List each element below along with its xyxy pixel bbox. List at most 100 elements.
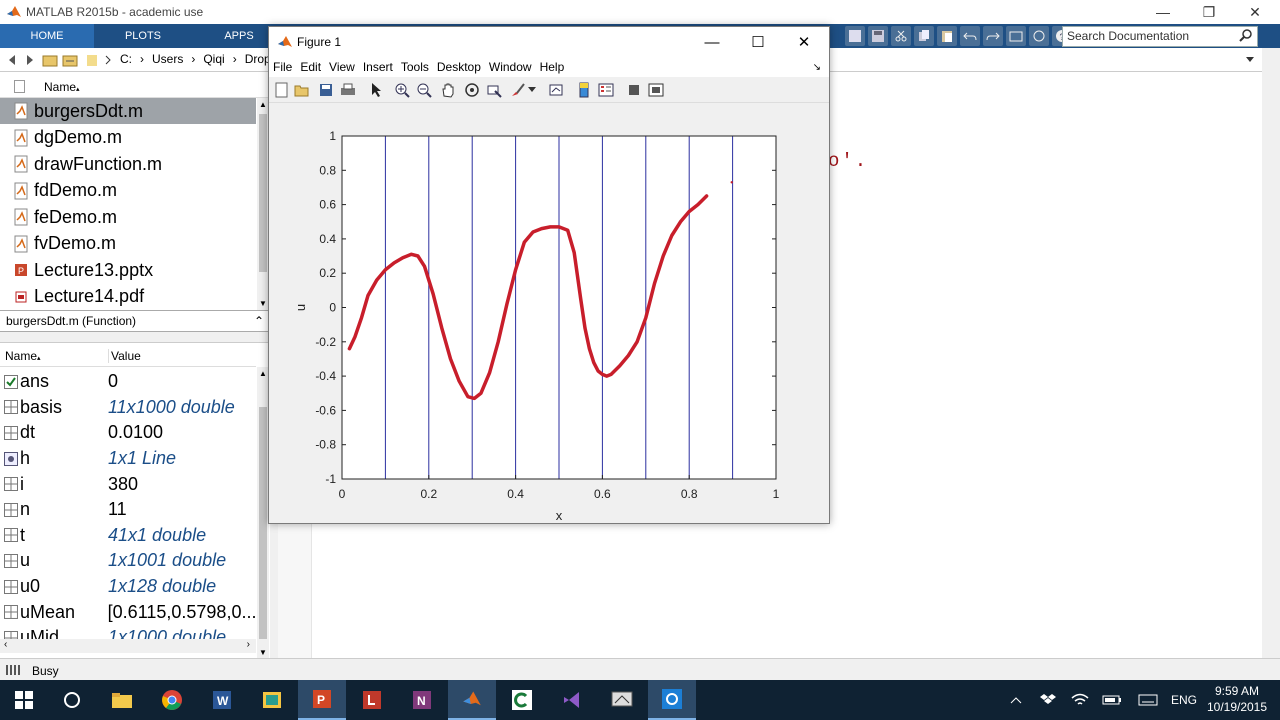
workspace-variable-row[interactable]: t 41x1 double [0,523,256,549]
hide-plot-tools-icon[interactable] [625,81,643,99]
file-item-lecture14[interactable]: Lecture14.pdf [0,284,256,310]
tray-wifi-icon[interactable] [1068,680,1092,720]
file-item-fvdemo[interactable]: fvDemo.m [0,231,256,257]
taskbar-camtasia[interactable] [498,680,546,720]
menu-view[interactable]: View [325,57,359,77]
chevron-down-icon[interactable] [1242,52,1258,68]
breadcrumb-users[interactable]: Users [152,52,183,66]
menu-window[interactable]: Window [485,57,536,77]
workspace-name-column-header[interactable]: Name▴ [5,349,41,363]
brush-icon[interactable] [509,81,527,99]
taskbar-app-red[interactable] [348,680,396,720]
workspace-hscrollbar[interactable]: ‹ › [0,639,256,653]
taskbar-file-explorer[interactable] [98,680,146,720]
rotate-3d-icon[interactable] [463,81,481,99]
save-icon[interactable] [868,26,888,46]
cut-icon[interactable] [891,26,911,46]
community-icon[interactable] [1029,26,1049,46]
workspace-variable-row[interactable]: u0 1x128 double [0,574,256,600]
folder-scroll-thumb[interactable] [259,114,267,272]
brush-dropdown-icon[interactable] [527,81,537,99]
tray-battery-icon[interactable] [1100,680,1124,720]
chevron-up-icon[interactable]: ⌃ [254,311,264,331]
file-item-drawfunction[interactable]: drawFunction.m [0,151,256,177]
data-cursor-icon[interactable] [485,81,503,99]
tab-plots[interactable]: PLOTS [96,24,190,48]
line-plot[interactable]: 0 0.2 0.4 0.6 0.8 1 1 0.8 0.6 0.4 0.2 0 -0.2 -0.4 -0.6… [269,103,829,523]
scroll-down-icon[interactable]: ▼ [259,299,267,308]
menu-tools[interactable]: Tools [397,57,433,77]
taskbar-chrome[interactable] [148,680,196,720]
minimize-button[interactable]: — [1140,0,1186,24]
redo-icon[interactable] [983,26,1003,46]
start-button[interactable] [0,680,48,720]
figure-canvas[interactable]: 0 0.2 0.4 0.6 0.8 1 1 0.8 0.6 0.4 0.2 0 -0.2 -0.4 -0.6… [269,103,829,523]
workspace-variable-row[interactable]: u 1x1001 double [0,548,256,574]
file-item-dgdemo[interactable]: dgDemo.m [0,125,256,151]
scroll-up-icon[interactable]: ▲ [259,369,267,378]
open-file-icon[interactable] [293,81,311,99]
figure-maximize-button[interactable]: ☐ [735,27,781,57]
tray-language[interactable]: ENG [1170,680,1198,720]
workspace-variable-row[interactable]: i 380 [0,471,256,497]
workspace-variable-row[interactable]: basis 11x1000 double [0,395,256,421]
insert-legend-icon[interactable] [597,81,615,99]
menu-help[interactable]: Help [536,57,569,77]
folder-name-column-header[interactable]: Name▴ [44,80,80,94]
show-plot-tools-icon[interactable] [647,81,665,99]
breadcrumb-qiqi[interactable]: Qiqi [203,52,224,66]
new-figure-icon[interactable] [273,81,291,99]
switch-windows-icon[interactable] [1006,26,1026,46]
up-folder-icon[interactable] [42,52,58,68]
workspace-variable-row[interactable]: ans 0 [0,369,256,395]
taskbar-visual-studio[interactable] [548,680,596,720]
taskbar-matlab[interactable] [448,680,496,720]
insert-colorbar-icon[interactable] [575,81,593,99]
print-icon[interactable] [339,81,357,99]
scroll-down-icon[interactable]: ▼ [259,648,267,657]
tray-expand-icon[interactable] [1006,680,1026,720]
file-item-fedemo[interactable]: feDemo.m [0,204,256,230]
maximize-button[interactable]: ❐ [1186,0,1232,24]
panel-divider[interactable] [0,332,270,342]
menu-insert[interactable]: Insert [359,57,397,77]
zoom-in-icon[interactable] [393,81,411,99]
workspace-variable-row[interactable]: dt 0.0100 [0,420,256,446]
edit-plot-arrow-icon[interactable] [367,81,385,99]
workspace-variable-row[interactable]: n 11 [0,497,256,523]
tray-keyboard-icon[interactable] [1136,680,1160,720]
scroll-right-icon[interactable]: › [247,639,250,650]
link-plot-icon[interactable] [547,81,565,99]
cortana-search-button[interactable] [48,680,96,720]
taskbar-clock[interactable]: 9:59 AM 10/19/2015 [1202,683,1272,715]
breadcrumb-drive[interactable]: C: [120,52,132,66]
file-details-bar[interactable]: burgersDdt.m (Function) ⌃ [0,310,270,332]
workspace-variable-row[interactable]: h 1x1 Line [0,446,256,472]
taskbar-settings[interactable] [648,680,696,720]
search-icon[interactable] [1239,29,1253,43]
workspace-scroll-thumb[interactable] [259,407,267,639]
tab-home[interactable]: HOME [0,24,94,48]
dock-figure-icon[interactable]: ↘ [809,59,825,73]
file-item-lecture13[interactable]: P Lecture13.pptx [0,257,256,283]
back-arrow-icon[interactable] [4,52,20,68]
browse-folder-icon[interactable] [62,52,78,68]
workspace-value-column-header[interactable]: Value [108,349,141,363]
scroll-up-icon[interactable]: ▲ [259,100,267,109]
tray-dropbox-icon[interactable] [1036,680,1060,720]
taskbar-screen-recorder[interactable] [598,680,646,720]
paste-icon[interactable] [937,26,957,46]
menu-desktop[interactable]: Desktop [433,57,485,77]
zoom-out-icon[interactable] [415,81,433,99]
taskbar-word[interactable]: W [198,680,246,720]
menu-file[interactable]: File [269,57,296,77]
scroll-left-icon[interactable]: ‹ [4,639,7,650]
file-item-burgersddt[interactable]: burgersDdt.m [0,98,256,124]
taskbar-onenote[interactable]: N [398,680,446,720]
taskbar-powerpoint[interactable]: P [298,680,346,720]
menu-edit[interactable]: Edit [296,57,325,77]
forward-arrow-icon[interactable] [22,52,38,68]
layout-icon[interactable] [845,26,865,46]
undo-icon[interactable] [960,26,980,46]
file-item-fddemo[interactable]: fdDemo.m [0,178,256,204]
